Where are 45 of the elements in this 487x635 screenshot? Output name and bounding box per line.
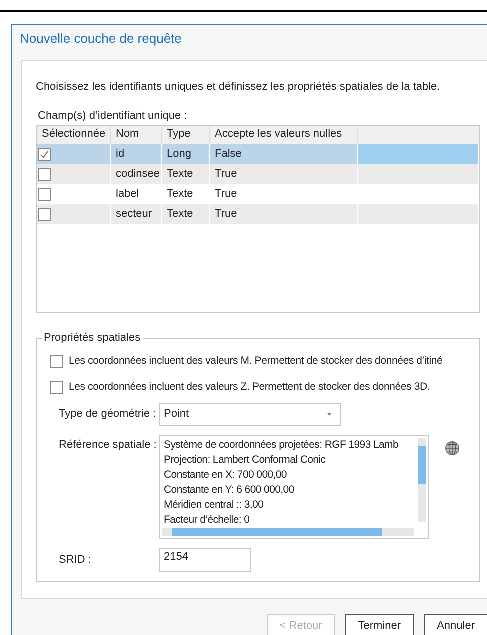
table-cell: Texte (167, 168, 194, 180)
checkbox-label[interactable]: Les coordonnées incluent des valeurs Z. Permettent de stocker des données 3D. (69, 381, 430, 393)
reference-line: Méridien central :: 3,00 (164, 498, 265, 513)
reference-line: Constante en Y: 6 600 000,00 (164, 483, 296, 498)
checkbox[interactable] (50, 354, 63, 368)
globe-icon[interactable] (445, 441, 460, 456)
table-cell: Texte (167, 188, 194, 200)
geometry-type-dropdown[interactable]: Point (159, 402, 341, 426)
reference-line: Système de coordonnées projetées: RGF 1993 Lamb (164, 438, 400, 453)
vertical-scrollbar[interactable] (418, 438, 426, 522)
checkbox[interactable] (38, 168, 51, 180)
id-fields-label: Champ(s) d’identifiant unique : (37, 109, 188, 124)
reference-line: Constante en X: 700 000,00 (164, 468, 288, 483)
table-row[interactable]: codinsee Texte True (37, 164, 479, 184)
reference-line: Projection: Lambert Conformal Conic (164, 453, 327, 468)
table-cell: codinsee (116, 168, 160, 180)
table-cell: True (215, 208, 238, 220)
table-row[interactable]: id Long False (37, 144, 479, 164)
checkbox[interactable] (50, 380, 63, 394)
group-legend: Propriétés spatiales (42, 332, 143, 344)
horizontal-scrollbar[interactable] (162, 528, 414, 536)
instructions-text: Choisissez les identifiants uniques et définissez les propriétés spatiales de la table. (36, 81, 442, 95)
table-cell: True (215, 188, 238, 200)
window-title: Nouvelle couche de requête (19, 30, 183, 48)
table-cell: True (215, 168, 238, 180)
reference-line: Facteur d’échelle: 0 (164, 513, 251, 528)
table-cell: Long (167, 148, 192, 160)
checkbox-label[interactable]: Les coordonnées incluent des valeurs M. Permettent de stocker des données d’itiné (69, 355, 443, 367)
caret-icon (327, 412, 332, 416)
checkbox[interactable] (38, 208, 51, 220)
checkbox[interactable] (38, 188, 51, 200)
field-label: Référence spatiale : (58, 438, 158, 451)
table-cell: Texte (167, 208, 194, 220)
srid-input[interactable]: 2154 (159, 548, 251, 572)
spatial-reference-box[interactable]: Système de coordonnées projetées: RGF 1993 Lamb Projection: Lambert Conformal Conic Constante en X: 700 000,00 Constante en Y: 6 600 000,00 Méridien central :: 3,00 Facteur d’échelle: 0 (159, 435, 429, 539)
field-label: Type de géométrie : (58, 408, 158, 420)
table-cell: label (116, 188, 140, 200)
checkbox[interactable] (38, 148, 51, 160)
dialog-button[interactable]: Annuler (424, 614, 487, 635)
dialog-button[interactable]: Terminer (345, 614, 414, 635)
table-cell: secteur (116, 208, 152, 220)
table-cell: False (215, 148, 242, 160)
field-label: SRID : (58, 554, 92, 566)
table-row[interactable]: secteur Texte True (37, 204, 479, 224)
table-cell: id (116, 148, 125, 160)
